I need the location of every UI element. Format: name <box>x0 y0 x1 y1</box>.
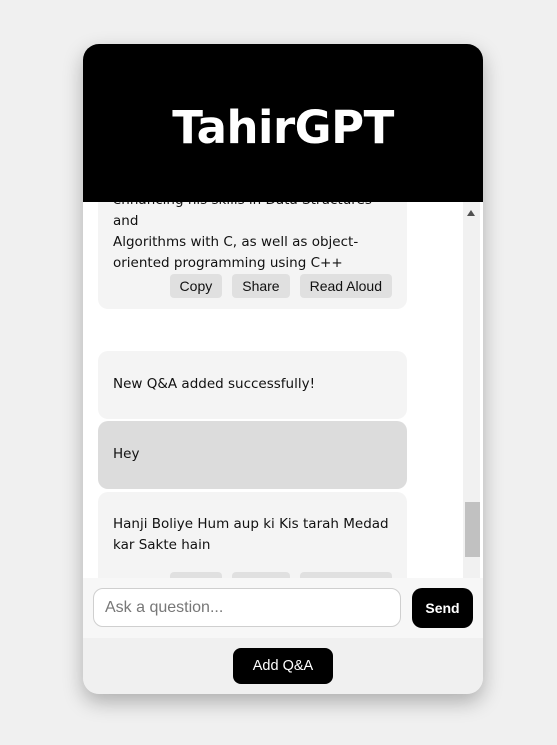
chat-messages-area[interactable]: enhancing his skills in Data Structures … <box>83 202 483 622</box>
message-text-line: Algorithms with C, as well as object- <box>113 234 359 250</box>
scrollbar-thumb[interactable] <box>465 502 480 557</box>
app-header: TahirGPT <box>83 44 483 202</box>
scroll-up-arrow-icon[interactable] <box>467 210 475 216</box>
chat-scrollbar[interactable] <box>463 202 480 622</box>
message-text-line: kar Sakte hain <box>113 537 211 553</box>
message-text-line: oriented programming using C++ <box>113 255 343 271</box>
user-message: Hey <box>98 421 407 489</box>
message-text-line: Hanji Boliye Hum aup ki Kis tarah Medad <box>113 516 389 532</box>
footer-bar: Add Q&A <box>83 638 483 694</box>
chat-app-window: TahirGPT enhancing his skills in Data St… <box>83 44 483 694</box>
bot-message: enhancing his skills in Data Structures … <box>98 202 407 309</box>
copy-button[interactable]: Copy <box>169 274 223 298</box>
message-text-line: Hey <box>113 446 140 462</box>
question-input[interactable] <box>93 588 401 627</box>
message-text-line: New Q&A added successfully! <box>113 376 316 392</box>
send-button[interactable]: Send <box>412 588 473 628</box>
add-qa-button[interactable]: Add Q&A <box>233 648 333 684</box>
message-text-line: enhancing his skills in Data Structures … <box>113 202 372 229</box>
read-aloud-button[interactable]: Read Aloud <box>299 274 392 298</box>
message-actions: Copy Share Read Aloud <box>169 274 392 298</box>
question-input-row: Send <box>83 578 483 638</box>
app-title: TahirGPT <box>172 100 394 154</box>
share-button[interactable]: Share <box>232 274 290 298</box>
bot-message: New Q&A added successfully! <box>98 351 407 419</box>
